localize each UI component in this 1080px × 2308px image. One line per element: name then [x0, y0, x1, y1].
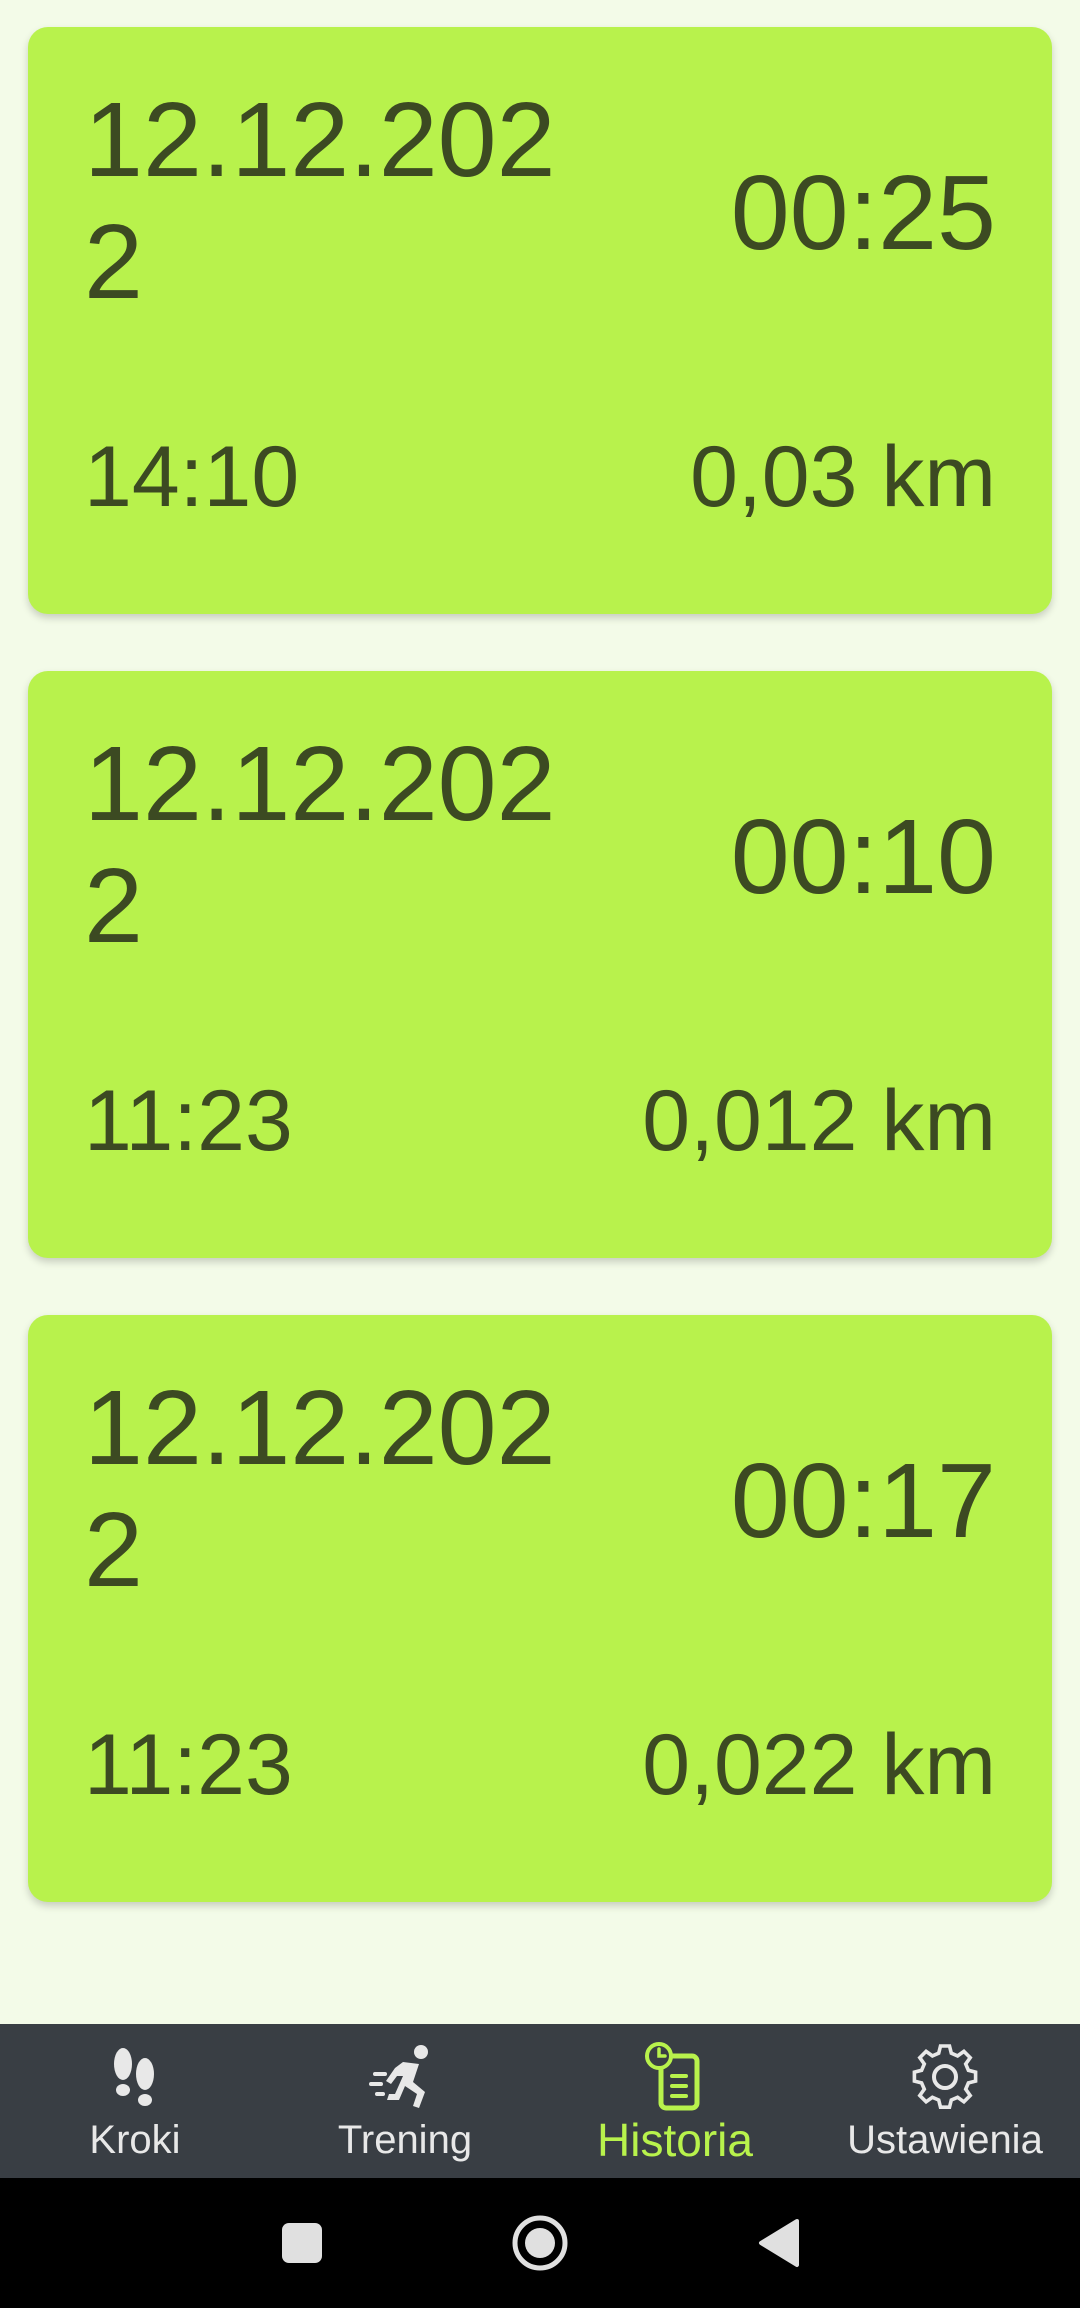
workout-distance: 0,022 km — [642, 1717, 996, 1813]
workout-date: 12.12.2022 — [84, 1369, 556, 1609]
bottom-navigation: Kroki Trening Historia Ustawienia — [0, 2024, 1080, 2178]
home-button[interactable] — [500, 2178, 580, 2308]
workout-duration: 00:17 — [730, 1442, 996, 1560]
running-person-icon — [369, 2045, 428, 2108]
history-card[interactable]: 12.12.2022 00:25 14:10 0,03 km — [28, 27, 1052, 614]
history-card[interactable]: 12.12.2022 00:10 11:23 0,012 km — [28, 671, 1052, 1258]
gear-icon — [912, 2044, 978, 2110]
workout-date: 12.12.2022 — [84, 725, 556, 965]
nav-item-ustawienia[interactable]: Ustawienia — [810, 2024, 1080, 2178]
back-button[interactable] — [738, 2178, 818, 2308]
recents-button[interactable] — [262, 2178, 342, 2308]
footprints-icon — [114, 2048, 154, 2106]
nav-label: Kroki — [89, 2118, 181, 2162]
workout-start-time: 14:10 — [84, 429, 300, 525]
nav-item-trening[interactable]: Trening — [270, 2024, 540, 2178]
workout-distance: 0,012 km — [642, 1073, 996, 1169]
home-icon — [512, 2215, 568, 2271]
nav-item-historia[interactable]: Historia — [540, 2024, 810, 2178]
workout-duration: 00:10 — [730, 798, 996, 916]
recents-icon — [282, 2223, 322, 2263]
back-icon — [759, 2219, 799, 2267]
history-clipboard-icon — [645, 2042, 700, 2111]
workout-date: 12.12.2022 — [84, 81, 556, 321]
history-card[interactable]: 12.12.2022 00:17 11:23 0,022 km — [28, 1315, 1052, 1902]
history-list[interactable]: 12.12.2022 00:25 14:10 0,03 km 12.12.202… — [0, 0, 1080, 2024]
nav-label: Historia — [597, 2114, 753, 2166]
nav-label: Trening — [337, 2118, 473, 2162]
system-navigation-bar — [0, 2178, 1080, 2308]
workout-start-time: 11:23 — [84, 1073, 293, 1169]
workout-distance: 0,03 km — [690, 429, 996, 525]
workout-start-time: 11:23 — [84, 1717, 293, 1813]
nav-item-kroki[interactable]: Kroki — [0, 2024, 270, 2178]
nav-label: Ustawienia — [847, 2118, 1043, 2162]
workout-duration: 00:25 — [730, 154, 996, 272]
